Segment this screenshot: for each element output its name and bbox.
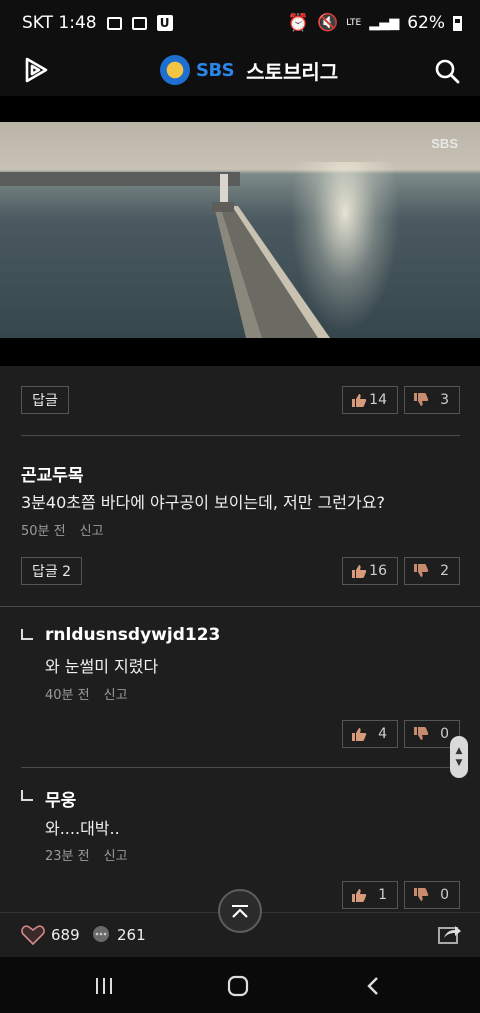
play-app-icon[interactable] [22,56,50,84]
back-button[interactable] [360,973,386,999]
comment-author[interactable]: 곤교두목 [21,461,84,486]
heart-icon [21,925,45,945]
thumbs-down-icon [413,564,429,578]
divider [21,435,460,436]
lte-indicator: LTE [346,18,362,28]
thumbs-up-icon [351,888,367,902]
report-link[interactable]: 신고 [104,849,128,864]
video-player[interactable]: SBS [0,96,480,366]
like-total[interactable]: 689 [21,925,80,945]
page-title: 스토브리그 [246,59,339,84]
thumbs-down-icon [413,888,429,902]
thumbs-down-icon [413,727,429,741]
thumbs-up-icon [351,393,367,407]
like-button[interactable]: 14 [342,386,398,414]
scrollbar-handle[interactable]: ▲ ▼ [450,736,468,778]
comment-text: 3분40초쯤 바다에 야구공이 보이는데, 저만 그런가요? [21,493,385,512]
dislike-count: 3 [440,392,449,408]
dislike-button[interactable]: 2 [404,557,460,585]
signal-icon: ▂▄▆ [369,15,400,31]
system-navigation-bar [0,957,480,1013]
status-bar: SKT 1:48 U ⏰ 🔇 LTE ▂▄▆ 62% [0,0,480,46]
reply-button[interactable]: 답글 2 [21,557,82,585]
comment-bubble-icon [93,926,109,942]
thumbs-up-icon [351,564,367,578]
reply-indicator-icon [21,790,33,801]
clock: SKT 1:48 [22,13,97,33]
reply-button[interactable]: 답글 [21,386,69,414]
chevron-up-icon [232,905,248,918]
like-count: 14 [369,392,387,408]
alarm-icon: ⏰ [287,13,310,33]
pier-image [212,174,330,338]
like-button[interactable]: 4 [342,720,398,748]
comment-total[interactable]: 261 [91,925,146,945]
video-watermark: SBS [431,136,458,151]
scroll-up-icon: ▲ [455,746,463,756]
battery-icon [453,15,462,31]
like-count: 4 [378,726,387,742]
report-link[interactable]: 신고 [104,688,128,703]
media-icon [131,16,147,30]
home-button[interactable] [225,973,251,999]
battery-level: 62% [407,13,445,33]
logo-sbs-text: SBS [196,59,235,81]
comment-meta: 50분 전 신고 [21,520,104,539]
video-frame[interactable]: SBS [0,122,480,338]
comment-time: 23분 전 [45,849,90,864]
recent-apps-button[interactable] [91,973,117,999]
comment-text: 와....대박.. [45,819,120,838]
report-link[interactable]: 신고 [80,524,104,539]
recent-apps-icon [96,978,112,994]
comment-time: 40분 전 [45,688,90,703]
like-count: 16 [369,563,387,579]
comment-meta: 40분 전 신고 [45,684,128,703]
like-total-count: 689 [51,926,80,944]
scroll-to-top-button[interactable] [218,889,262,933]
u-app-icon: U [156,15,173,31]
app-header: SBS 스토브리그 [0,46,480,96]
search-icon[interactable] [434,58,460,84]
comment-meta: 23분 전 신고 [45,845,128,864]
dislike-count: 2 [440,563,449,579]
reply-indicator-icon [21,629,33,640]
comment-time: 50분 전 [21,524,66,539]
home-icon [227,975,249,997]
like-count: 1 [378,887,387,903]
scroll-down-icon: ▼ [455,758,463,768]
sbs-storeleague-logo[interactable]: SBS 스토브리그 [160,55,338,85]
dislike-button[interactable]: 0 [404,881,460,909]
divider [21,767,460,768]
dislike-button[interactable]: 3 [404,386,460,414]
like-button[interactable]: 1 [342,881,398,909]
like-button[interactable]: 16 [342,557,398,585]
sbs-logo-icon [160,55,190,85]
comment-text: 와 눈썰미 지렸다 [45,657,159,676]
share-icon[interactable] [438,923,462,945]
mute-icon: 🔇 [317,13,339,33]
comment-author[interactable]: 무웅 [45,786,76,811]
comment-total-count: 261 [117,926,146,944]
gallery-icon [106,16,122,30]
dislike-count: 0 [440,887,449,903]
comment-author[interactable]: rnldusnsdywjd123 [45,625,220,645]
divider [0,606,480,607]
dislike-count: 0 [440,726,449,742]
back-icon [367,977,378,995]
thumbs-down-icon [413,393,429,407]
thumbs-up-icon [351,727,367,741]
